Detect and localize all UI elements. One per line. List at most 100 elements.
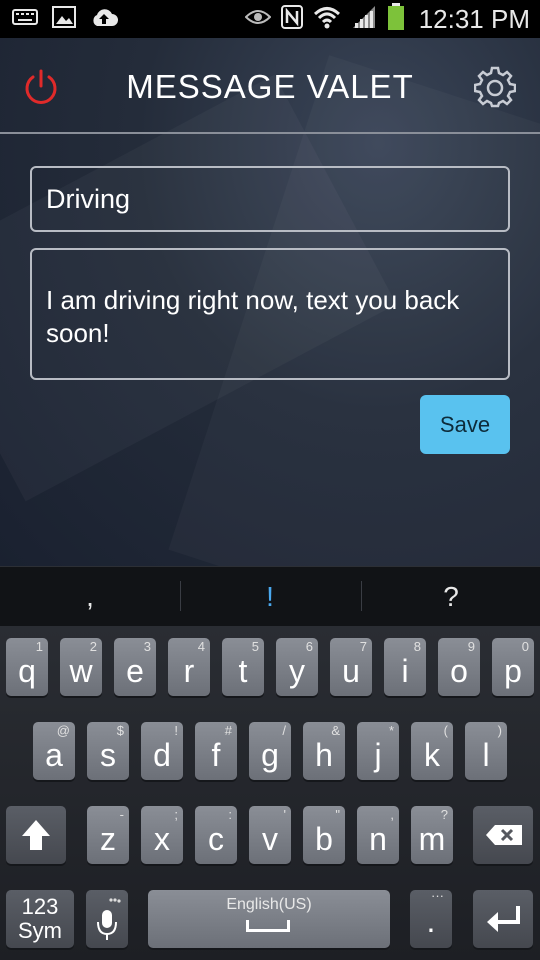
message-field[interactable]: I am driving right now, text you back so… [30,248,510,380]
key-r[interactable]: 4r [168,638,210,696]
key-secondary-label: " [335,807,340,822]
key-s[interactable]: $ s [87,722,129,780]
key-secondary-label: 2 [89,639,97,654]
key-i[interactable]: 8i [384,638,426,696]
key-n[interactable]: ,n [357,806,399,864]
key-secondary-label: ( [443,723,448,738]
key-secondary-label: ! [174,723,178,738]
key-label: q [18,653,36,689]
key-label: z [100,821,116,857]
key-label: d [153,737,171,773]
key-g[interactable]: / g [249,722,291,780]
key-a[interactable]: @ a [33,722,75,780]
title-field[interactable]: Driving [30,166,510,232]
key-c[interactable]: :c [195,806,237,864]
key-k[interactable]: (k [411,722,453,780]
key-t[interactable]: 5t [222,638,264,696]
suggestion-question[interactable]: ? [361,567,540,627]
key-label: o [450,653,468,689]
key-y[interactable]: 6y [276,638,318,696]
key-label: c [208,821,224,857]
image-icon [52,6,76,32]
suggestion-exclamation[interactable]: ! [180,567,360,627]
cloud-upload-icon [90,6,118,32]
key-label: e [126,653,144,689]
key-label: f [211,737,221,773]
key-w[interactable]: 2w [60,638,102,696]
key-secondary-label: : [228,807,232,822]
page-title: MESSAGE VALET [126,68,414,105]
enter-icon [487,906,520,932]
key-secondary-label: 9 [467,639,475,654]
key-secondary-label: * [388,723,394,738]
backspace-key[interactable] [473,806,533,864]
key-x[interactable]: ; x [141,806,183,864]
status-right-icons: 12:31 PM [244,3,530,35]
key-label: y [289,653,305,689]
key-q[interactable]: 1q [6,638,48,696]
key-z[interactable]: -z [87,806,129,864]
key-label: l [482,737,490,773]
symbols-key-label: Sym [18,918,62,943]
period-key[interactable]: ··· . [410,888,452,948]
key-label: s [100,737,116,773]
key-b[interactable]: " b [303,806,345,864]
key-label: j [374,737,382,773]
key-h[interactable]: & h [303,722,345,780]
shift-key[interactable] [6,806,66,864]
key-v[interactable]: ' v [249,806,291,864]
period-key-label: . [426,903,436,939]
key-secondary-label: - [119,807,124,822]
title-bar: MESSAGE VALET [0,38,540,134]
symbols-key[interactable]: 123 Sym [6,890,74,948]
gear-icon[interactable] [473,66,517,108]
key-label: m [418,821,446,857]
wifi-icon [313,5,341,33]
symbols-key-label: 123 [21,894,59,919]
key-f[interactable]: # f [195,722,237,780]
space-key-label: English(US) [226,896,312,913]
key-secondary-label: & [331,723,340,738]
signal-icon [351,5,377,33]
app-screen: MESSAGE VALET Driving I am driving right… [0,38,540,566]
key-secondary-label: ; [174,807,178,822]
key-u[interactable]: 7u [330,638,372,696]
key-secondary-label: ) [497,723,502,738]
key-label: u [342,653,360,689]
key-secondary-label: , [390,807,394,822]
key-label: r [183,653,195,689]
voice-input-key[interactable] [86,890,128,948]
enter-key[interactable] [473,890,533,948]
save-button[interactable]: Save [420,395,510,454]
key-secondary-label: 0 [521,639,529,654]
key-l[interactable]: ) l [465,722,507,780]
backspace-icon [486,825,522,845]
key-e[interactable]: 3e [114,638,156,696]
microphone-icon [97,898,121,940]
key-p[interactable]: 0p [492,638,534,696]
key-secondary-label: 3 [143,639,151,654]
key-j[interactable]: * j [357,722,399,780]
suggestion-comma[interactable]: , [0,567,180,627]
key-label: i [401,653,409,689]
key-d[interactable]: ! d [141,722,183,780]
key-secondary-label: 7 [359,639,367,654]
key-label: w [69,653,93,689]
key-label: g [261,737,279,773]
key-label: v [262,821,278,857]
key-secondary-label: @ [56,723,70,738]
status-bar: 12:31 PM [0,0,540,38]
space-bar-icon [246,920,290,932]
key-secondary-label: 8 [413,639,421,654]
key-o[interactable]: 9o [438,638,480,696]
battery-icon [387,3,405,35]
key-secondary-label: / [282,723,286,738]
key-m[interactable]: ? m [411,806,453,864]
keyboard-icon [12,9,38,29]
suggestion-strip: , ! ? [0,566,540,626]
nfc-icon [280,5,303,33]
eye-icon [244,8,272,30]
space-key[interactable]: English(US) [148,890,390,948]
key-label: x [154,821,170,857]
key-secondary-label: 1 [35,639,43,654]
